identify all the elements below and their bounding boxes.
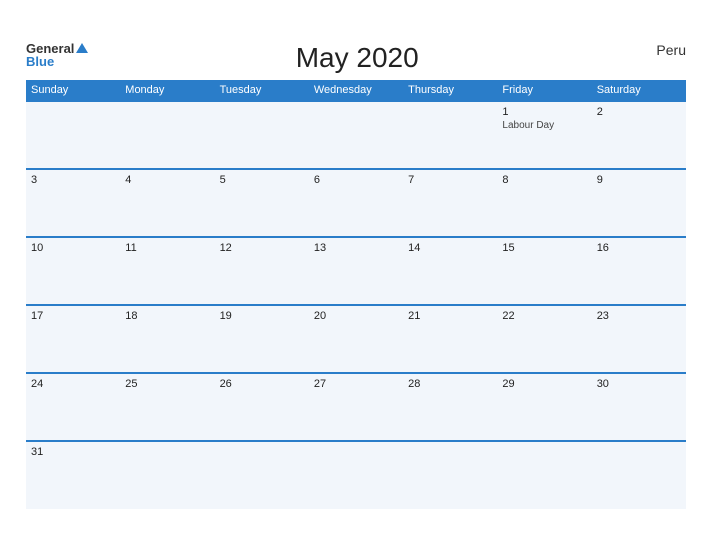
logo-blue-text: Blue — [26, 55, 54, 68]
calendar-day-cell: 17 — [26, 305, 120, 373]
calendar-day-cell — [403, 441, 497, 509]
day-event-label: Labour Day — [502, 119, 586, 132]
day-number: 9 — [597, 174, 681, 186]
calendar-country: Peru — [626, 42, 686, 58]
calendar-week-row: 24 25 26 27 28 29 30 — [26, 373, 686, 441]
calendar-day-cell: 15 — [497, 237, 591, 305]
day-number: 27 — [314, 378, 398, 390]
day-number: 28 — [408, 378, 492, 390]
calendar-title: May 2020 — [88, 42, 626, 74]
calendar-day-cell — [120, 441, 214, 509]
day-number: 15 — [502, 242, 586, 254]
header-thursday: Thursday — [403, 80, 497, 101]
calendar-table: Sunday Monday Tuesday Wednesday Thursday… — [26, 80, 686, 509]
calendar-day-cell: 9 — [592, 169, 686, 237]
calendar-week-row: 17 18 19 20 21 22 23 — [26, 305, 686, 373]
calendar-day-cell: 4 — [120, 169, 214, 237]
calendar-day-cell: 13 — [309, 237, 403, 305]
header-tuesday: Tuesday — [215, 80, 309, 101]
logo-general-text: General — [26, 42, 88, 55]
calendar-container: General Blue May 2020 Peru Sunday Monday… — [11, 32, 701, 519]
day-number: 4 — [125, 174, 209, 186]
calendar-day-cell — [26, 101, 120, 169]
calendar-day-cell: 21 — [403, 305, 497, 373]
calendar-day-cell: 18 — [120, 305, 214, 373]
calendar-day-cell: 11 — [120, 237, 214, 305]
logo: General Blue — [26, 42, 88, 68]
day-number: 3 — [31, 174, 115, 186]
day-number: 20 — [314, 310, 398, 322]
calendar-week-row: 10 11 12 13 14 15 16 — [26, 237, 686, 305]
day-number: 23 — [597, 310, 681, 322]
day-number: 25 — [125, 378, 209, 390]
header-saturday: Saturday — [592, 80, 686, 101]
calendar-day-cell: 31 — [26, 441, 120, 509]
header-wednesday: Wednesday — [309, 80, 403, 101]
calendar-week-row: 1Labour Day 2 — [26, 101, 686, 169]
day-number: 22 — [502, 310, 586, 322]
day-number: 5 — [220, 174, 304, 186]
day-number: 16 — [597, 242, 681, 254]
calendar-day-cell: 1Labour Day — [497, 101, 591, 169]
day-number: 19 — [220, 310, 304, 322]
day-number: 12 — [220, 242, 304, 254]
day-number: 1 — [502, 106, 586, 118]
day-number: 29 — [502, 378, 586, 390]
calendar-day-cell: 10 — [26, 237, 120, 305]
day-number: 13 — [314, 242, 398, 254]
day-number: 8 — [502, 174, 586, 186]
calendar-day-cell: 22 — [497, 305, 591, 373]
calendar-day-cell — [120, 101, 214, 169]
day-number: 31 — [31, 446, 115, 458]
calendar-day-cell — [309, 441, 403, 509]
day-number: 11 — [125, 242, 209, 254]
calendar-day-cell: 26 — [215, 373, 309, 441]
calendar-day-cell — [497, 441, 591, 509]
calendar-day-cell: 25 — [120, 373, 214, 441]
calendar-day-cell — [309, 101, 403, 169]
day-number: 18 — [125, 310, 209, 322]
calendar-day-cell: 5 — [215, 169, 309, 237]
header-monday: Monday — [120, 80, 214, 101]
calendar-week-row: 31 — [26, 441, 686, 509]
calendar-day-cell: 7 — [403, 169, 497, 237]
logo-triangle-icon — [76, 43, 88, 53]
day-number: 2 — [597, 106, 681, 118]
calendar-day-cell: 23 — [592, 305, 686, 373]
header-sunday: Sunday — [26, 80, 120, 101]
calendar-day-cell — [215, 441, 309, 509]
calendar-day-cell: 2 — [592, 101, 686, 169]
calendar-day-cell — [592, 441, 686, 509]
day-number: 17 — [31, 310, 115, 322]
calendar-day-cell: 30 — [592, 373, 686, 441]
calendar-day-cell — [403, 101, 497, 169]
calendar-header: General Blue May 2020 Peru — [26, 42, 686, 74]
calendar-day-cell: 29 — [497, 373, 591, 441]
calendar-day-cell: 6 — [309, 169, 403, 237]
weekday-header-row: Sunday Monday Tuesday Wednesday Thursday… — [26, 80, 686, 101]
day-number: 24 — [31, 378, 115, 390]
day-number: 10 — [31, 242, 115, 254]
calendar-day-cell: 12 — [215, 237, 309, 305]
calendar-day-cell: 27 — [309, 373, 403, 441]
calendar-day-cell: 20 — [309, 305, 403, 373]
day-number: 21 — [408, 310, 492, 322]
calendar-day-cell: 19 — [215, 305, 309, 373]
calendar-day-cell: 24 — [26, 373, 120, 441]
day-number: 30 — [597, 378, 681, 390]
header-friday: Friday — [497, 80, 591, 101]
day-number: 14 — [408, 242, 492, 254]
day-number: 6 — [314, 174, 398, 186]
calendar-day-cell: 28 — [403, 373, 497, 441]
calendar-week-row: 3456789 — [26, 169, 686, 237]
calendar-day-cell: 16 — [592, 237, 686, 305]
day-number: 7 — [408, 174, 492, 186]
calendar-day-cell: 3 — [26, 169, 120, 237]
day-number: 26 — [220, 378, 304, 390]
calendar-day-cell — [215, 101, 309, 169]
calendar-day-cell: 14 — [403, 237, 497, 305]
calendar-day-cell: 8 — [497, 169, 591, 237]
